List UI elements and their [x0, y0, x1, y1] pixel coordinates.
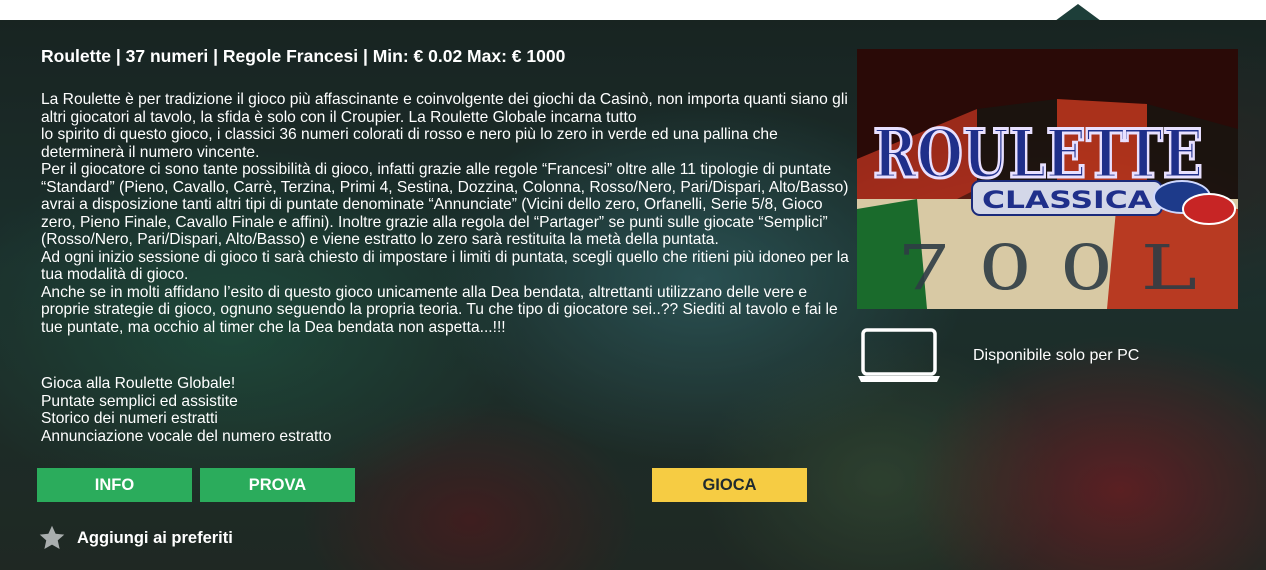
info-button[interactable]: INFO — [37, 468, 192, 502]
platform-info: Disponibile solo per PC — [857, 328, 1139, 384]
laptop-icon — [858, 328, 940, 382]
add-favorite-button[interactable]: Aggiungi ai preferiti — [37, 522, 233, 554]
star-icon — [39, 525, 65, 549]
feature-item: Gioca alla Roulette Globale! — [41, 375, 236, 392]
game-thumbnail[interactable]: 7 0 0 L ROULETTE CLASSICA — [857, 49, 1238, 309]
platform-label: Disponibile solo per PC — [973, 347, 1140, 364]
try-button[interactable]: PROVA — [200, 468, 355, 502]
game-detail-panel: Roulette | 37 numeri | Regole Francesi |… — [0, 20, 1266, 570]
add-favorite-label: Aggiungi ai preferiti — [77, 528, 233, 547]
game-description: La Roulette è per tradizione il gioco pi… — [41, 91, 849, 336]
play-button[interactable]: GIOCA — [652, 468, 807, 502]
feature-item: Storico dei numeri estratti — [41, 410, 218, 427]
game-title: Roulette | 37 numeri | Regole Francesi |… — [41, 46, 566, 66]
roulette-artwork: 7 0 0 L ROULETTE CLASSICA — [857, 49, 1238, 309]
feature-list: Gioca alla Roulette Globale! Puntate sem… — [41, 375, 331, 445]
top-bar — [0, 0, 1266, 21]
feature-item: Annunciazione vocale del numero estratto — [41, 427, 332, 445]
wheel-numbers-text: 7 0 0 L — [897, 231, 1197, 304]
feature-item: Puntate semplici ed assistite — [41, 392, 238, 410]
logo-sub-text: CLASSICA — [982, 186, 1153, 214]
caret-up-icon — [1055, 4, 1101, 21]
